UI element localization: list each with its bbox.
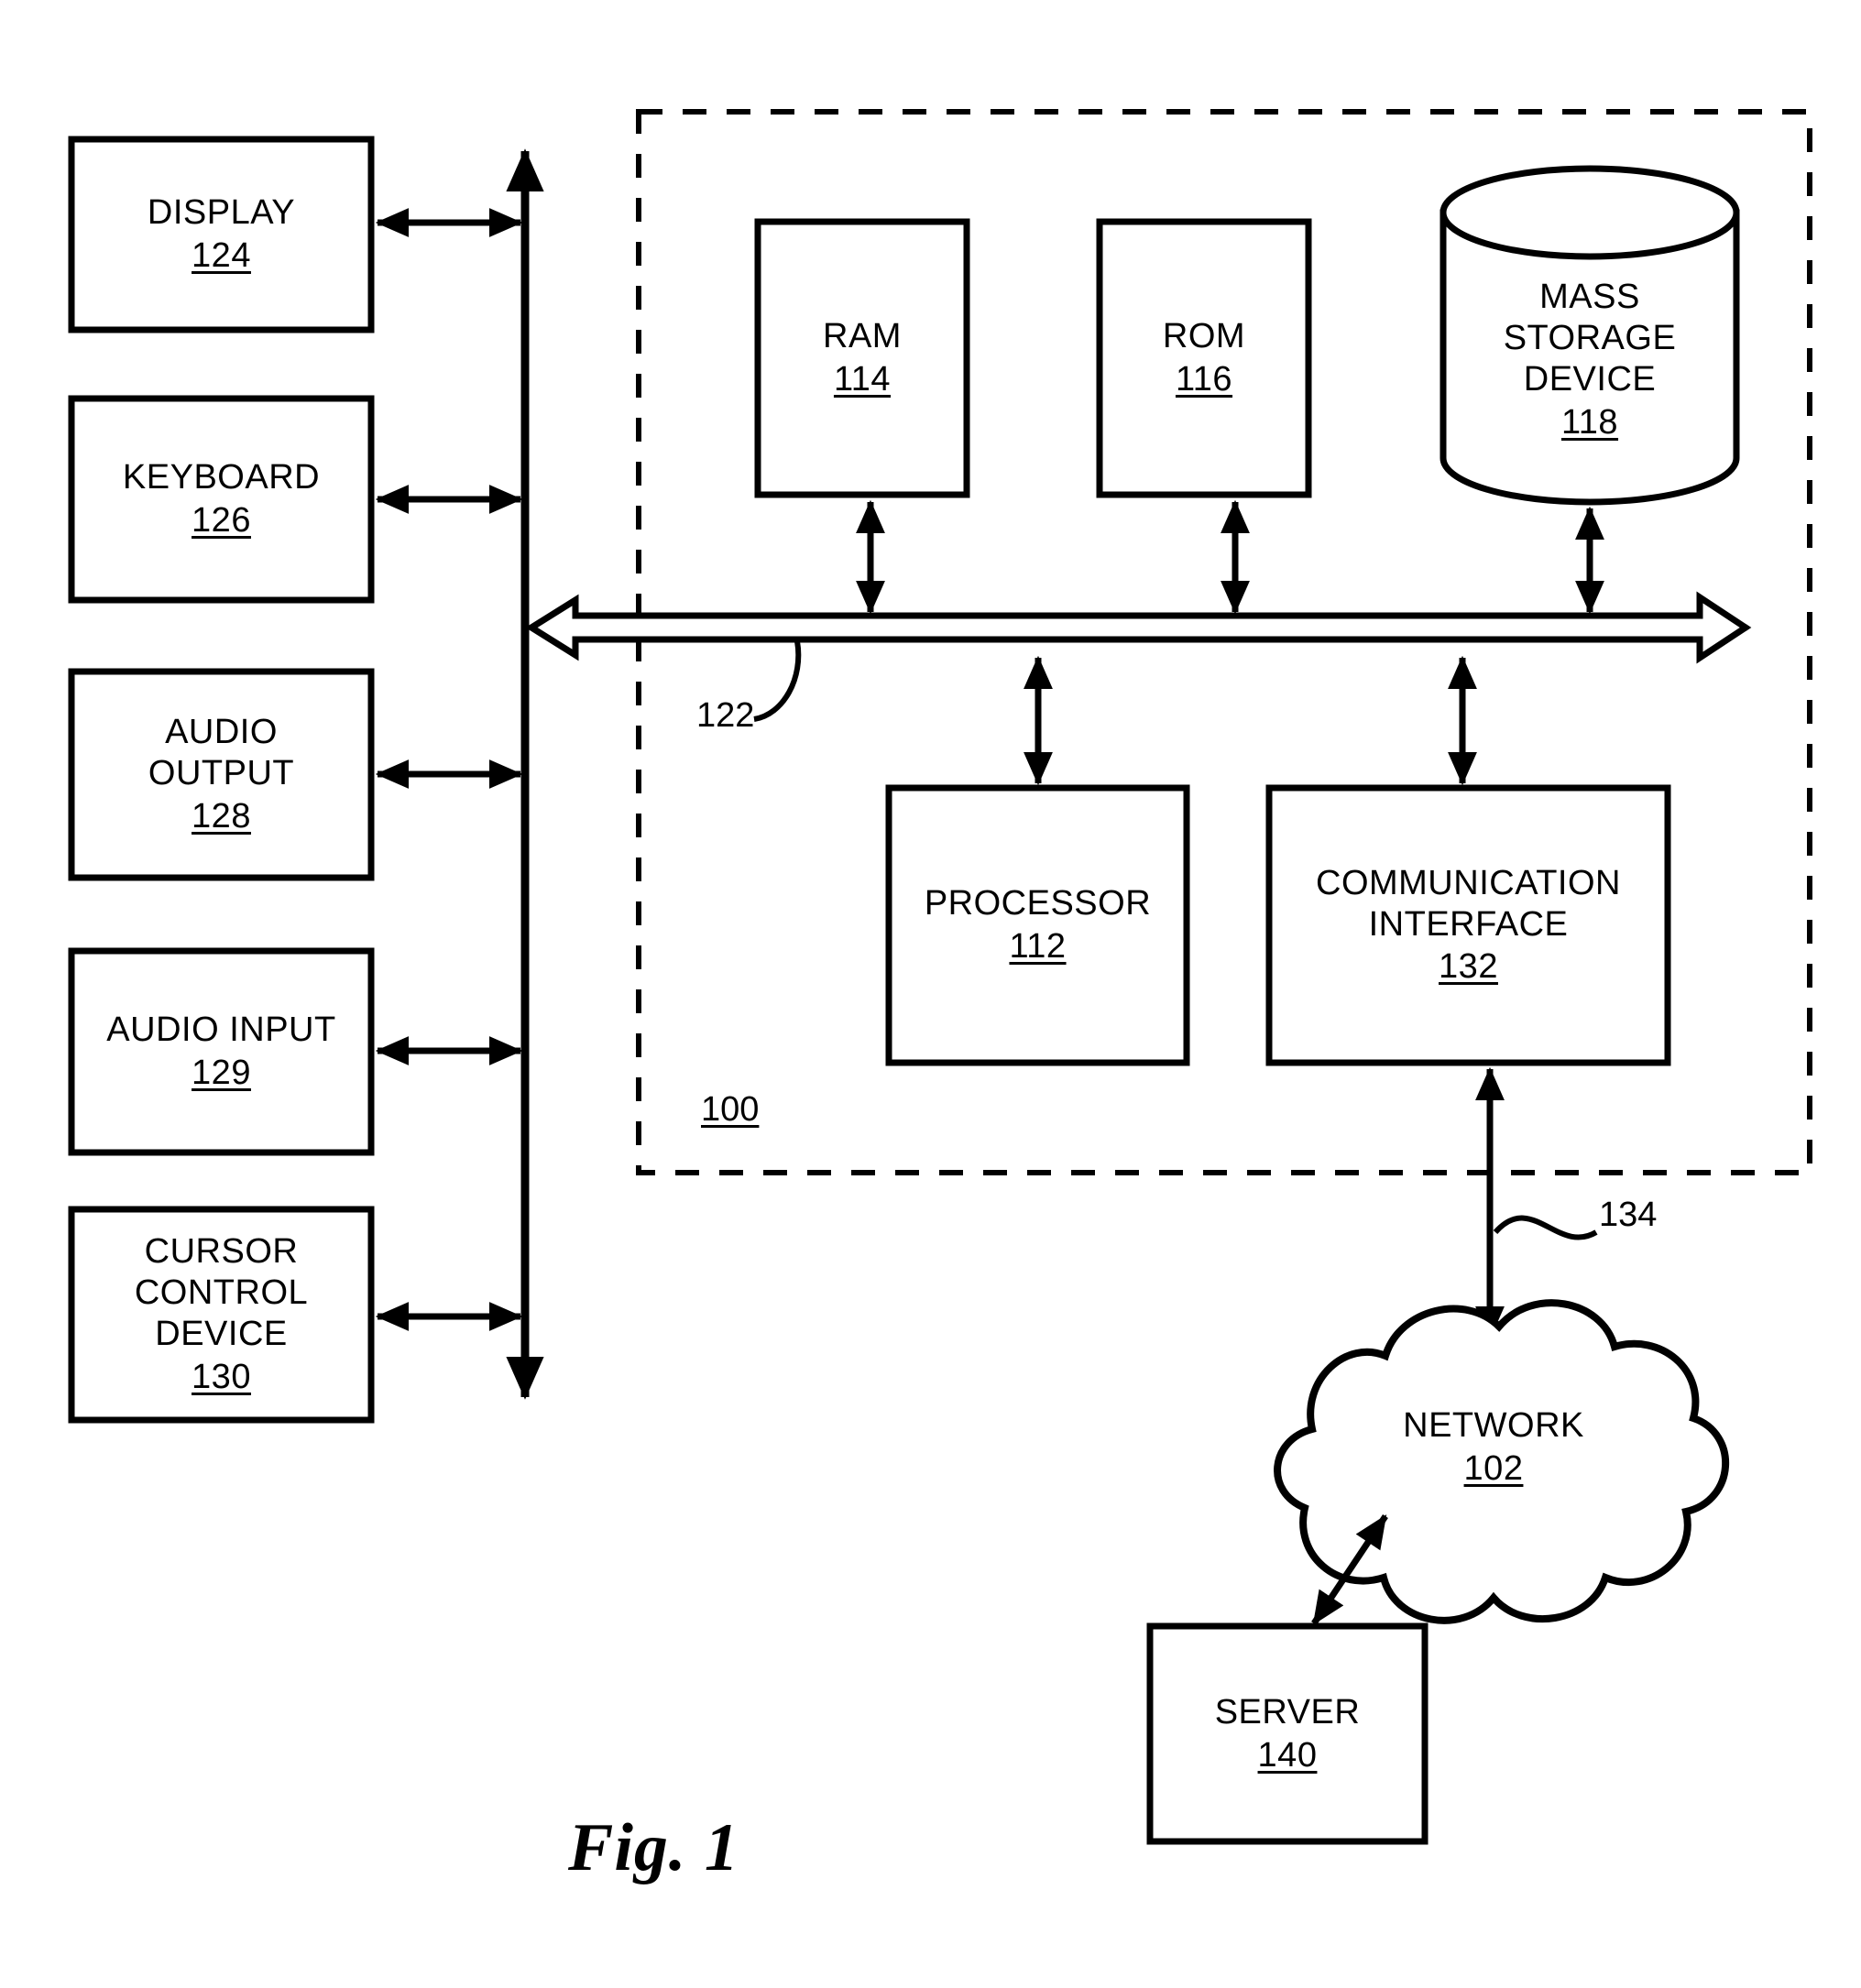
- bus-ref-numeral: 122: [696, 696, 755, 735]
- patent-figure-page: DISPLAY 124 KEYBOARD 126 AUDIO OUTPUT 12…: [0, 0, 1861, 1988]
- ram-box: [754, 218, 970, 498]
- display-box: [68, 136, 375, 333]
- mass-storage-cylinder: [1440, 165, 1740, 506]
- system-ref-numeral: 100: [701, 1090, 760, 1129]
- communication-interface-box: [1265, 784, 1671, 1066]
- keyboard-box: [68, 395, 375, 604]
- audio-input-box: [68, 947, 375, 1156]
- diagram-canvas: [68, 109, 1812, 1845]
- network-link-ref-leader: [1493, 1215, 1598, 1240]
- processor-box: [885, 784, 1190, 1066]
- figure-caption: Fig. 1: [568, 1810, 739, 1885]
- rom-box: [1096, 218, 1312, 498]
- network-link-ref-numeral: 134: [1599, 1196, 1658, 1234]
- audio-output-box: [68, 668, 375, 881]
- bus-ref-leader: [753, 640, 802, 722]
- cursor-control-box: [68, 1206, 375, 1424]
- system-bus-arrow: [525, 591, 1752, 664]
- server-box: [1146, 1622, 1429, 1845]
